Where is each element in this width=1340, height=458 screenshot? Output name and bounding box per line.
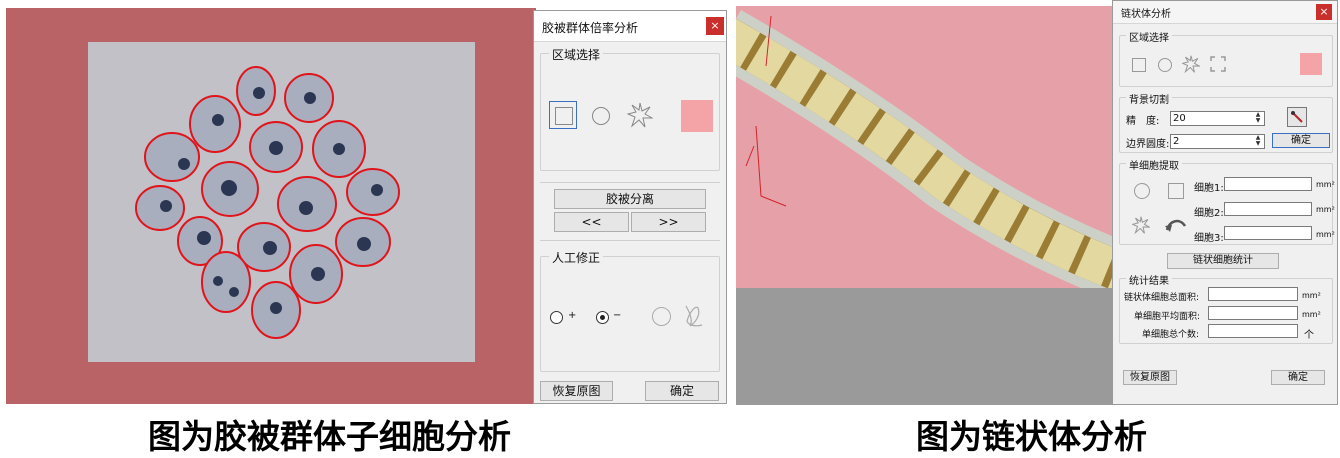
colony-cells <box>135 66 400 339</box>
average-area-field[interactable] <box>1208 306 1298 320</box>
group-label: 单细胞提取 <box>1126 157 1182 172</box>
rectangle-select-icon[interactable] <box>549 101 577 129</box>
divider <box>540 182 720 183</box>
total-area-field[interactable] <box>1208 287 1298 301</box>
border-roundness-field[interactable]: 2 <box>1170 134 1265 149</box>
polygon-tool-icon[interactable] <box>1132 216 1150 234</box>
group-label: 人工修正 <box>549 249 604 266</box>
precision-label: 精 度: <box>1126 116 1160 127</box>
close-button[interactable]: × <box>706 17 724 35</box>
background-cut-group: 背景切割 精 度: 20 ▲ ▼ 边界圆度: 2 ▲ ▼ 确定 <box>1119 91 1333 153</box>
group-label: 区域选择 <box>549 46 604 63</box>
cell3-field[interactable] <box>1224 226 1312 240</box>
left-caption: 图为胶被群体子细胞分析 <box>148 417 511 456</box>
cell2-field[interactable] <box>1224 202 1312 216</box>
chain-filament <box>736 9 1114 288</box>
separate-button[interactable]: 胶被分离 <box>554 189 706 209</box>
confirm-button[interactable]: 确定 <box>645 381 719 401</box>
dialog-title: 胶被群体倍率分析 <box>542 21 639 35</box>
single-cell-group: 单细胞提取 细胞1: mm² 细胞2: mm² 细胞3: mm² <box>1119 157 1335 245</box>
next-button[interactable]: >> <box>631 212 706 232</box>
average-area-label: 单细胞平均面积: <box>1134 312 1201 322</box>
dialog-titlebar: 胶被群体倍率分析 × <box>534 11 726 42</box>
cell2-label: 细胞2: <box>1194 208 1224 219</box>
divider <box>540 240 720 241</box>
manual-correction-group: 人工修正 + − <box>540 249 720 372</box>
remove-radio-label: − <box>613 310 622 321</box>
cell3-label: 细胞3: <box>1194 233 1224 244</box>
cell-count-field[interactable] <box>1208 324 1298 338</box>
rectangle-tool-icon[interactable] <box>1168 183 1184 199</box>
chain-image <box>736 6 1114 405</box>
group-label: 统计结果 <box>1126 272 1172 287</box>
cell-outline <box>201 251 251 313</box>
border-roundness-spinner[interactable]: ▲ ▼ <box>1253 135 1263 148</box>
highlight-color-swatch[interactable] <box>1300 53 1322 75</box>
remove-radio[interactable] <box>596 311 609 324</box>
colony-image <box>6 8 536 404</box>
circle-select-icon[interactable] <box>592 107 610 125</box>
chain-stats-button[interactable]: 链状细胞统计 <box>1167 253 1279 269</box>
region-select-group: 区域选择 <box>540 46 720 171</box>
polygon-select-icon[interactable] <box>627 102 653 128</box>
restore-original-button[interactable]: 恢复原图 <box>540 381 613 401</box>
precision-spinner[interactable]: ▲ ▼ <box>1253 112 1263 125</box>
circle-tool-icon[interactable] <box>652 307 671 326</box>
highlight-color-swatch[interactable] <box>681 100 713 132</box>
lasso-tool-icon[interactable] <box>681 303 705 329</box>
dialog-title: 链状体分析 <box>1121 9 1171 20</box>
previous-button[interactable]: << <box>554 212 629 232</box>
confirm-button[interactable]: 确定 <box>1271 370 1325 385</box>
cell3-unit: mm² <box>1316 230 1335 239</box>
polygon-select-icon[interactable] <box>1182 55 1200 73</box>
cell1-unit: mm² <box>1316 180 1335 189</box>
rectangle-select-icon[interactable] <box>1132 58 1146 72</box>
cell1-field[interactable] <box>1224 177 1312 191</box>
undo-icon[interactable] <box>1164 216 1188 234</box>
cell-count-label: 单细胞总个数: <box>1142 330 1200 340</box>
colony-analysis-dialog: 胶被群体倍率分析 × 区域选择 胶被分离 << >> 人工修正 + − 恢复原图… <box>533 10 727 404</box>
right-caption: 图为链状体分析 <box>916 417 1147 456</box>
dialog-titlebar: 链状体分析 × <box>1113 1 1337 24</box>
circle-tool-icon[interactable] <box>1134 183 1150 199</box>
close-button[interactable]: × <box>1316 4 1332 20</box>
add-radio[interactable] <box>550 311 563 324</box>
group-label: 背景切割 <box>1126 91 1172 106</box>
border-roundness-label: 边界圆度: <box>1126 139 1170 150</box>
total-area-label: 链状体细胞总面积: <box>1124 293 1200 303</box>
precision-field[interactable]: 20 <box>1170 111 1265 126</box>
add-radio-label: + <box>568 310 577 321</box>
group-label: 区域选择 <box>1126 29 1172 44</box>
circle-select-icon[interactable] <box>1158 58 1172 72</box>
cell1-label: 细胞1: <box>1194 183 1224 194</box>
fullscreen-select-icon[interactable] <box>1210 56 1226 72</box>
total-area-unit: mm² <box>1302 291 1321 300</box>
restore-original-button[interactable]: 恢复原图 <box>1123 370 1177 385</box>
chain-analysis-dialog: 链状体分析 × 区域选择 背景切割 精 度: 20 ▲ ▼ 边界圆度: 2 ▲ ▼ … <box>1112 0 1338 405</box>
cut-confirm-button[interactable]: 确定 <box>1272 133 1330 148</box>
cell-outline <box>144 132 200 182</box>
cell-outline <box>135 185 185 231</box>
region-select-group: 区域选择 <box>1119 29 1333 87</box>
picker-tool-icon[interactable] <box>1287 107 1307 127</box>
cell-count-unit: 个 <box>1304 330 1314 341</box>
statistics-group: 统计结果 链状体细胞总面积: mm² 单细胞平均面积: mm² 单细胞总个数: … <box>1119 272 1333 344</box>
average-area-unit: mm² <box>1302 310 1321 319</box>
cell2-unit: mm² <box>1316 205 1335 214</box>
